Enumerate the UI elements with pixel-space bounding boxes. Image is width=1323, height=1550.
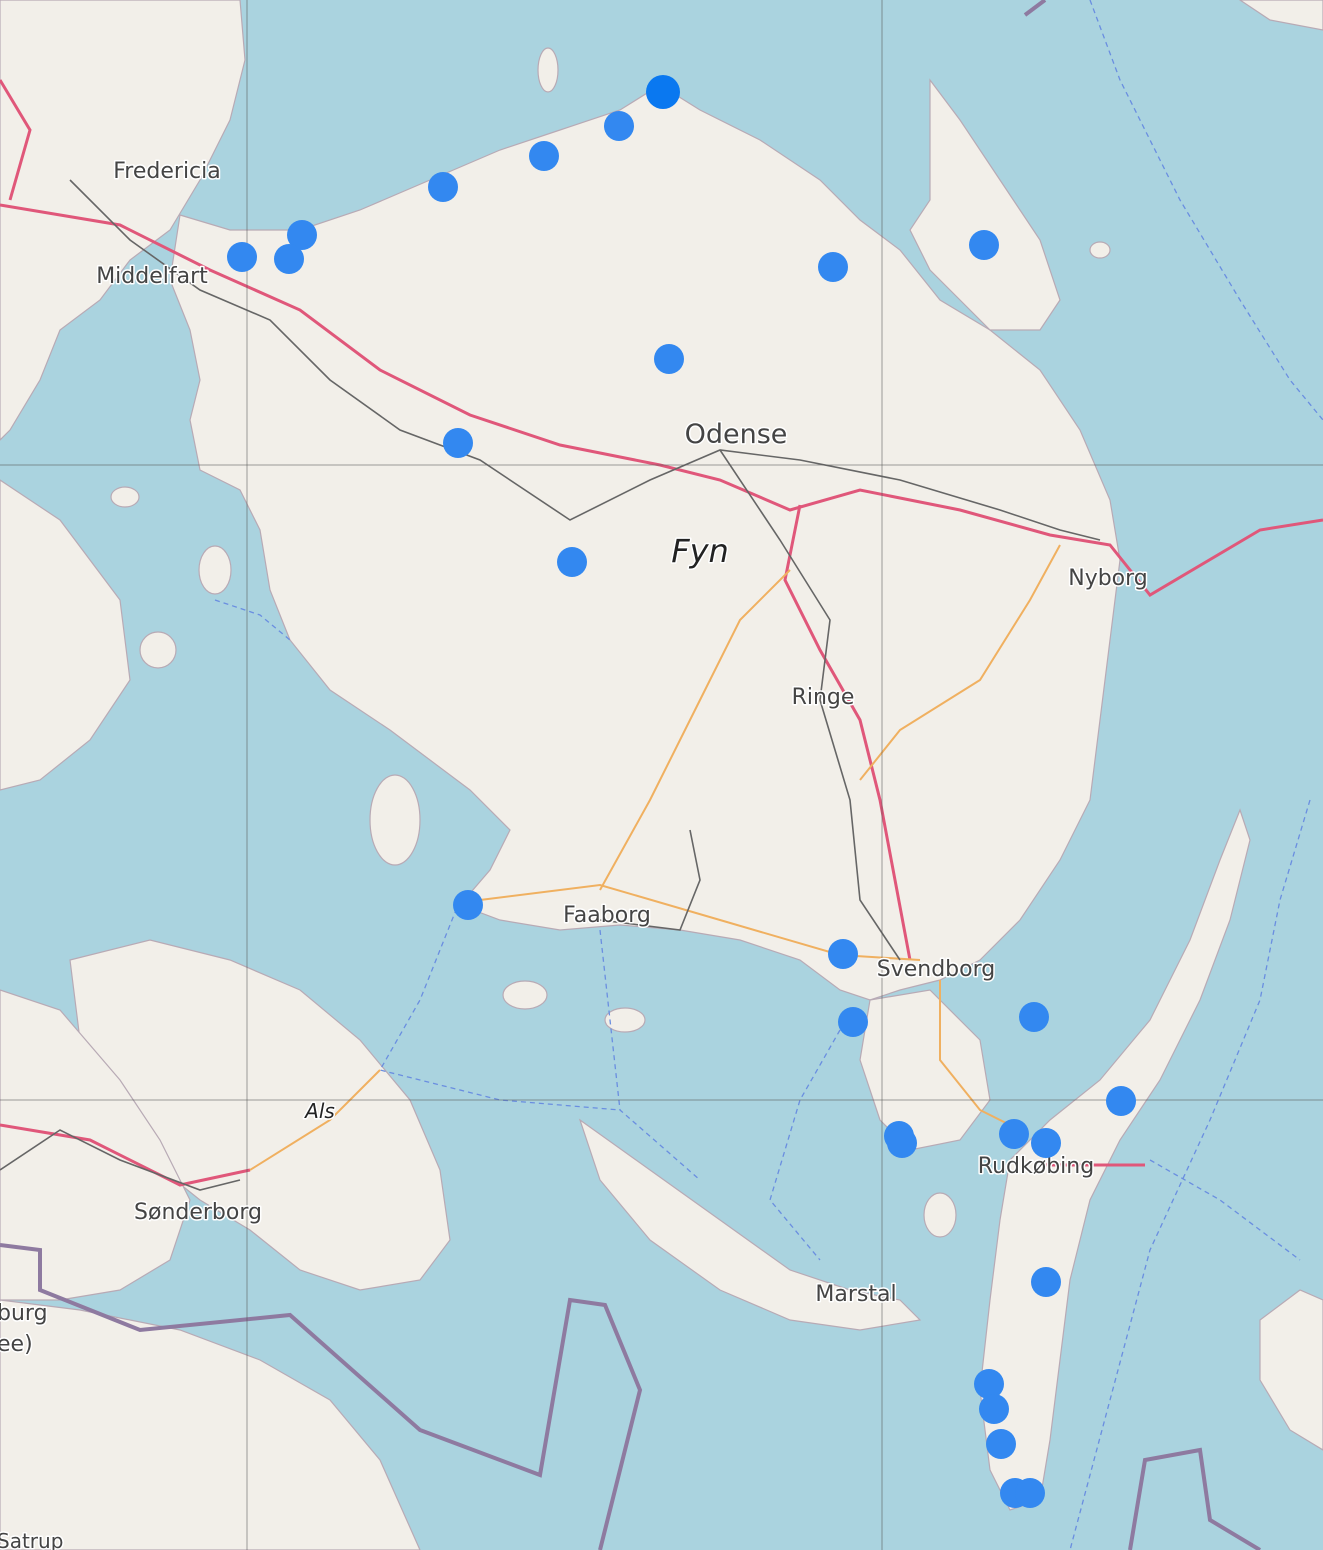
- land-islet-7: [923, 1192, 957, 1238]
- location-marker[interactable]: [1106, 1086, 1136, 1116]
- location-marker[interactable]: [428, 172, 458, 202]
- location-marker[interactable]: [838, 1007, 868, 1037]
- location-marker[interactable]: [646, 75, 680, 109]
- land-islet-9: [537, 47, 559, 93]
- location-marker[interactable]: [1015, 1478, 1045, 1508]
- land-islet-4: [369, 774, 421, 866]
- location-marker[interactable]: [999, 1119, 1029, 1149]
- label-als: Als: [303, 1099, 335, 1123]
- land-islet-3: [139, 631, 177, 669]
- label-nyborg: Nyborg: [1068, 566, 1148, 591]
- label-rudkobing: Rudkøbing: [978, 1154, 1094, 1179]
- location-marker[interactable]: [818, 252, 848, 282]
- location-marker[interactable]: [974, 1369, 1004, 1399]
- label-odense: Odense: [685, 419, 788, 450]
- location-marker[interactable]: [887, 1128, 917, 1158]
- location-marker[interactable]: [443, 428, 473, 458]
- location-marker[interactable]: [1019, 1002, 1049, 1032]
- land-islet-5: [502, 980, 548, 1010]
- map-container[interactable]: Fredericia Middelfart Odense Fyn Nyborg …: [0, 0, 1323, 1550]
- map-canvas[interactable]: Fredericia Middelfart Odense Fyn Nyborg …: [0, 0, 1323, 1550]
- location-marker[interactable]: [1031, 1267, 1061, 1297]
- label-middelfart: Middelfart: [96, 264, 208, 289]
- label-fyn: Fyn: [671, 532, 729, 570]
- location-marker[interactable]: [654, 344, 684, 374]
- label-partial-ee: ee): [0, 1332, 33, 1357]
- label-sonderborg: Sønderborg: [134, 1200, 262, 1225]
- land-islet-8: [1089, 241, 1111, 259]
- location-marker[interactable]: [557, 547, 587, 577]
- location-marker[interactable]: [529, 141, 559, 171]
- location-marker[interactable]: [969, 230, 999, 260]
- location-marker[interactable]: [274, 244, 304, 274]
- label-partial-satrup: Satrup: [0, 1529, 63, 1550]
- label-faaborg: Faaborg: [563, 903, 651, 928]
- location-marker[interactable]: [604, 111, 634, 141]
- location-marker[interactable]: [979, 1394, 1009, 1424]
- land-islet-1: [110, 486, 140, 508]
- location-marker[interactable]: [1031, 1128, 1061, 1158]
- location-marker[interactable]: [828, 939, 858, 969]
- location-marker[interactable]: [227, 242, 257, 272]
- label-svendborg: Svendborg: [877, 957, 995, 982]
- label-fredericia: Fredericia: [113, 159, 221, 184]
- label-marstal: Marstal: [815, 1282, 896, 1307]
- location-marker[interactable]: [453, 890, 483, 920]
- label-ringe: Ringe: [792, 685, 855, 710]
- land-islet-2: [198, 545, 232, 595]
- location-marker[interactable]: [986, 1429, 1016, 1459]
- label-partial-burg: burg: [0, 1301, 48, 1326]
